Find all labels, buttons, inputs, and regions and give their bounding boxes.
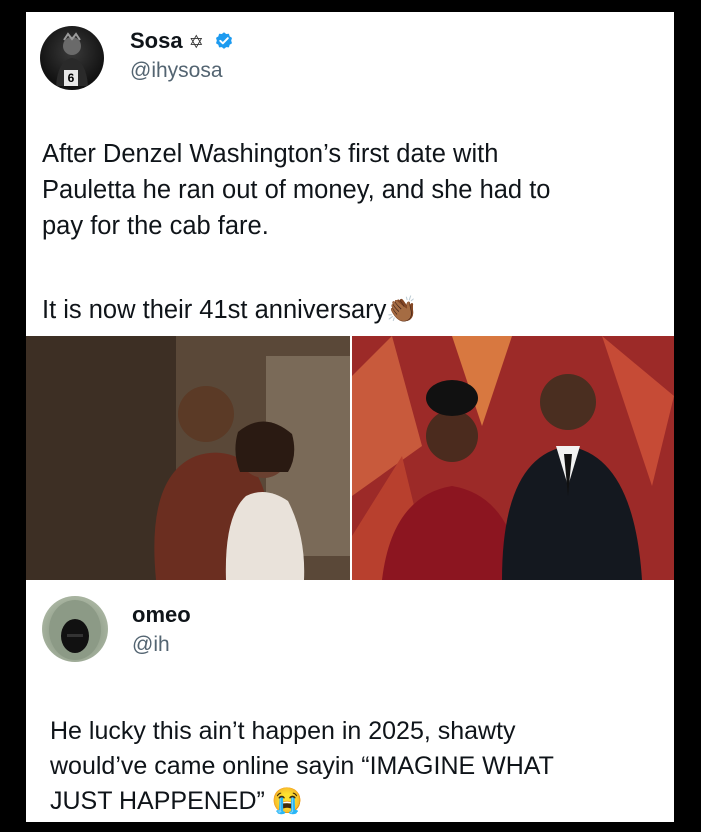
avatar-omeo[interactable]: [42, 596, 108, 662]
photo-couple-vintage[interactable]: [26, 336, 350, 580]
tweet-text-line: He lucky this ain’t happen in 2025, shaw…: [50, 717, 516, 745]
author-handle-sosa[interactable]: @ihysosa: [130, 59, 223, 83]
photo-couple-red-carpet[interactable]: [352, 336, 674, 580]
tweet-text-line-3: JUST HAPPENED”: [50, 787, 265, 815]
tweet-text-omeo: He lucky this ain’t happen in 2025, shaw…: [50, 714, 554, 819]
tweet-text-line: pay for the cab fare.: [42, 212, 269, 240]
author-name-text: Sosa: [130, 28, 183, 53]
name-glyph: ✡: [188, 32, 204, 52]
photo-couple-vintage-scene: [26, 336, 350, 580]
clapping-hands-emoji: 👏🏾: [386, 296, 419, 324]
tweet-text-line: After Denzel Washington’s first date wit…: [42, 140, 499, 168]
avatar-jersey-number: 6: [64, 70, 78, 86]
tweet-media[interactable]: [26, 336, 674, 580]
tweet-text-line: It is now their 41st anniversary: [42, 296, 387, 324]
photo-couple-red-carpet-scene: [352, 336, 674, 580]
tweet-text-anniversary: It is now their 41st anniversary👏🏾: [42, 292, 418, 328]
author-name-omeo[interactable]: omeo: [132, 602, 191, 628]
tweet-omeo[interactable]: omeo @ih He lucky this ain’t happen in 2…: [26, 580, 674, 822]
screenshot-frame: 6 Sosa ✡ @ihysosa After Denzel Washingto…: [26, 12, 674, 822]
loudly-crying-emoji: 😭: [271, 787, 303, 815]
avatar-omeo-hooded-figure: [49, 600, 101, 660]
avatar-sosa[interactable]: 6: [40, 26, 104, 90]
tweet-text-sosa: After Denzel Washington’s first date wit…: [42, 136, 550, 244]
author-handle-omeo[interactable]: @ih: [132, 633, 170, 657]
verified-badge-icon: [215, 32, 232, 49]
tweet-text-line: JUST HAPPENED” 😭: [50, 784, 554, 819]
tweet-text-line: Pauletta he ran out of money, and she ha…: [42, 176, 551, 204]
tweet-sosa[interactable]: 6 Sosa ✡ @ihysosa After Denzel Washingto…: [26, 12, 674, 336]
tweet-text-line: would’ve came online sayin “IMAGINE WHAT: [50, 752, 554, 780]
author-name-sosa[interactable]: Sosa ✡: [130, 28, 234, 54]
